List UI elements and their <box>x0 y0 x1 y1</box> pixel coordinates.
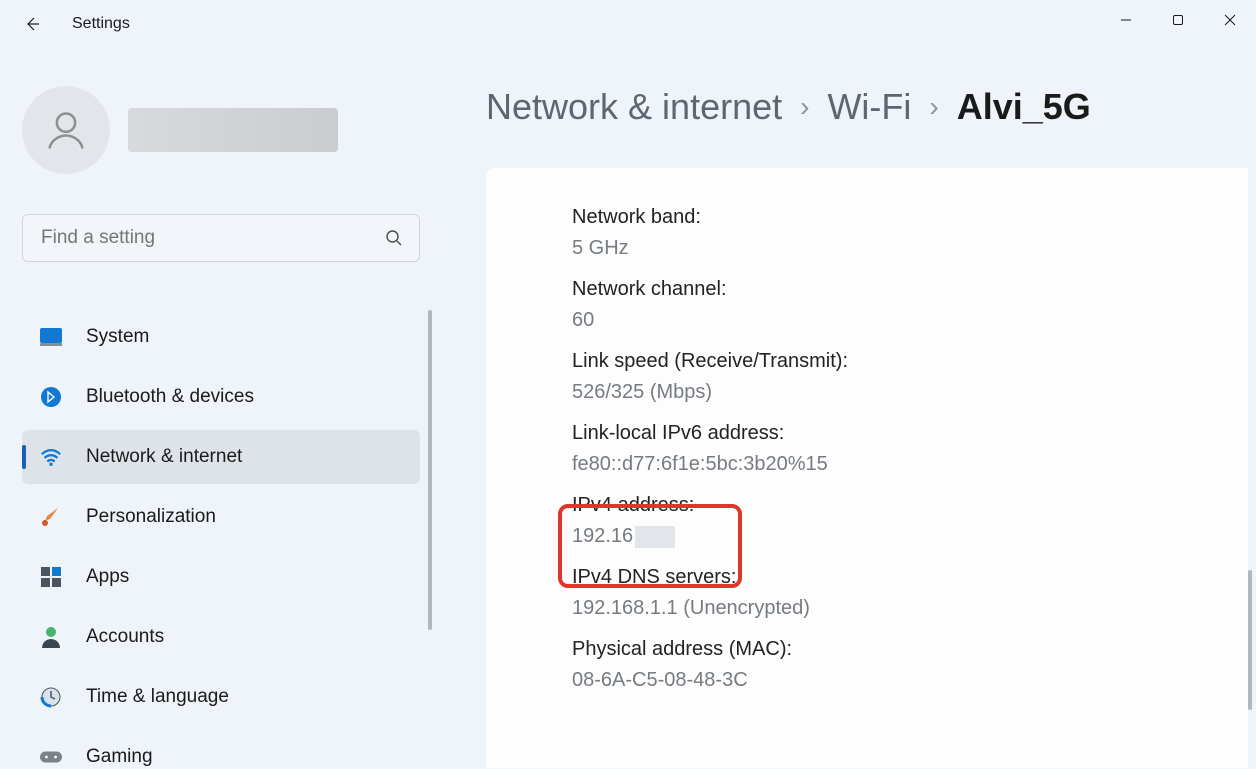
system-icon <box>40 326 62 348</box>
prop-value-linkspeed: 526/325 (Mbps) <box>572 381 1248 404</box>
bluetooth-icon <box>40 386 62 408</box>
prop-value-ipv6: fe80::d77:6f1e:5bc:3b20%15 <box>572 453 1248 476</box>
sidebar-item-label: Personalization <box>86 506 216 528</box>
prop-label-channel: Network channel: <box>572 278 1248 301</box>
sidebar-item-network[interactable]: Network & internet <box>22 430 420 484</box>
prop-value-mac: 08-6A-C5-08-48-3C <box>572 669 1248 692</box>
sidebar-item-label: Apps <box>86 566 129 588</box>
sidebar-item-label: Time & language <box>86 686 229 708</box>
search-icon <box>385 229 403 247</box>
sidebar-item-label: Accounts <box>86 626 164 648</box>
titlebar: Settings <box>0 0 1256 48</box>
nav-list: System Bluetooth & devices Network & int… <box>22 310 420 769</box>
profile-section[interactable] <box>22 86 430 174</box>
search-input[interactable] <box>39 226 385 250</box>
sidebar-item-gaming[interactable]: Gaming <box>22 730 420 769</box>
prop-value-dns: 192.168.1.1 (Unencrypted) <box>572 597 1248 620</box>
main-scrollbar[interactable] <box>1248 570 1252 710</box>
apps-icon <box>40 566 62 588</box>
accounts-icon <box>40 626 62 648</box>
prop-value-channel: 60 <box>572 309 1248 332</box>
sidebar-item-apps[interactable]: Apps <box>22 550 420 604</box>
window-controls <box>1100 0 1256 40</box>
sidebar-item-label: Gaming <box>86 746 153 768</box>
sidebar-item-accounts[interactable]: Accounts <box>22 610 420 664</box>
main-content: Network & internet › Wi-Fi › Alvi_5G Net… <box>460 48 1256 769</box>
maximize-button[interactable] <box>1152 0 1204 40</box>
sidebar-item-personalization[interactable]: Personalization <box>22 490 420 544</box>
sidebar: System Bluetooth & devices Network & int… <box>0 48 460 769</box>
sidebar-item-system[interactable]: System <box>22 310 420 364</box>
properties-panel: Network band: 5 GHz Network channel: 60 Li… <box>486 168 1248 768</box>
close-button[interactable] <box>1204 0 1256 40</box>
search-box[interactable] <box>22 214 420 262</box>
sidebar-item-time[interactable]: Time & language <box>22 670 420 724</box>
prop-value-band: 5 GHz <box>572 237 1248 260</box>
settings-window: Settings System <box>0 0 1256 769</box>
prop-label-mac: Physical address (MAC): <box>572 638 1248 661</box>
chevron-right-icon: › <box>929 91 938 123</box>
app-title: Settings <box>72 15 130 33</box>
wifi-icon <box>40 446 62 468</box>
sidebar-item-label: Bluetooth & devices <box>86 386 254 408</box>
breadcrumb: Network & internet › Wi-Fi › Alvi_5G <box>486 86 1248 128</box>
back-button[interactable] <box>22 14 42 34</box>
clock-icon <box>40 686 62 708</box>
prop-label-band: Network band: <box>572 206 1248 229</box>
chevron-right-icon: › <box>800 91 809 123</box>
prop-label-linkspeed: Link speed (Receive/Transmit): <box>572 350 1248 373</box>
sidebar-item-bluetooth[interactable]: Bluetooth & devices <box>22 370 420 424</box>
brush-icon <box>40 506 62 528</box>
sidebar-item-label: Network & internet <box>86 446 242 468</box>
gaming-icon <box>40 746 62 768</box>
avatar <box>22 86 110 174</box>
minimize-button[interactable] <box>1100 0 1152 40</box>
prop-label-ipv6: Link-local IPv6 address: <box>572 422 1248 445</box>
breadcrumb-level2[interactable]: Wi-Fi <box>827 86 911 128</box>
username-placeholder <box>128 108 338 152</box>
sidebar-item-label: System <box>86 326 149 348</box>
ipv4-highlight-box <box>558 504 742 588</box>
sidebar-scrollbar[interactable] <box>428 310 432 630</box>
breadcrumb-current: Alvi_5G <box>957 86 1091 128</box>
breadcrumb-level1[interactable]: Network & internet <box>486 86 782 128</box>
